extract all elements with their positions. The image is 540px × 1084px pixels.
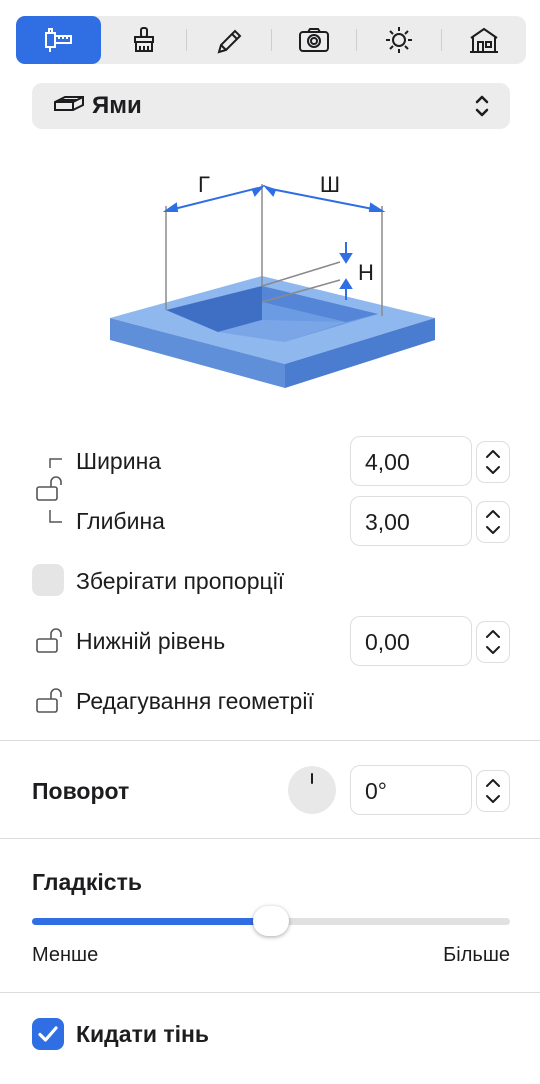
depth-label: Глибина <box>76 508 165 534</box>
divider <box>0 992 540 993</box>
object-type-label: Ями <box>92 92 142 119</box>
tool-building[interactable] <box>441 16 526 64</box>
keep-proportions-checkbox[interactable] <box>32 564 64 596</box>
depth-stepper[interactable] <box>476 501 510 543</box>
pit-dimensions-diagram: Г Ш Н <box>110 172 435 388</box>
diagram-label-height: Н <box>358 260 374 285</box>
tool-brush[interactable] <box>101 16 186 64</box>
width-label: Ширина <box>76 448 162 474</box>
edit-geometry-label: Редагування геометрії <box>76 688 314 714</box>
camera-icon <box>298 28 329 52</box>
divider <box>0 740 540 741</box>
bottom-level-row: Нижній рівень 0,00 <box>32 616 510 666</box>
rotation-row: 0° <box>32 765 510 815</box>
sun-icon <box>385 27 412 53</box>
smoothness-slider-thumb[interactable] <box>253 906 289 936</box>
width-row: Ширина 4,00 <box>32 436 510 486</box>
pit-icon <box>54 96 84 111</box>
chevron-up-down-icon <box>475 95 489 117</box>
smoothness-title: Гладкість <box>32 869 142 895</box>
diagram-label-width: Ш <box>320 172 340 197</box>
tool-sun[interactable] <box>356 16 441 64</box>
stepper-arrows-icon <box>486 510 500 534</box>
depth-row: Глибина 3,00 <box>32 496 510 546</box>
width-stepper[interactable] <box>476 441 510 483</box>
tool-camera[interactable] <box>271 16 356 64</box>
depth-field[interactable]: 3,00 <box>350 496 472 546</box>
rotation-field[interactable]: 0° <box>350 765 472 815</box>
inspector-toolbar <box>16 16 526 64</box>
building-icon <box>469 27 498 53</box>
width-field[interactable]: 4,00 <box>350 436 472 486</box>
pencil-icon <box>217 29 241 54</box>
bottom-level-stepper[interactable] <box>476 621 510 663</box>
stepper-arrows-icon <box>486 450 500 474</box>
cast-shadow-checkbox[interactable] <box>32 1018 64 1050</box>
tool-pencil[interactable] <box>186 16 271 64</box>
keep-proportions-label: Зберігати пропорції <box>76 568 285 594</box>
smoothness-min-label: Менше <box>32 944 99 966</box>
divider <box>0 838 540 839</box>
smoothness-slider-fill <box>32 918 271 925</box>
bottom-level-field[interactable]: 0,00 <box>350 616 472 666</box>
checkmark-icon <box>38 1026 58 1042</box>
brush-icon <box>133 27 154 52</box>
stepper-arrows-icon <box>486 779 500 803</box>
tool-measure[interactable] <box>16 16 101 64</box>
stepper-arrows-icon <box>486 630 500 654</box>
diagram-label-depth: Г <box>198 172 210 197</box>
object-type-select[interactable]: Ями <box>32 83 510 129</box>
bottom-level-label: Нижній рівень <box>76 628 226 654</box>
cast-shadow-label: Кидати тінь <box>76 1021 210 1047</box>
unlocked-lock-icon[interactable] <box>34 688 66 714</box>
rotation-stepper[interactable] <box>476 770 510 812</box>
smoothness-max-label: Більше <box>443 944 510 966</box>
measure-tools-icon <box>44 28 72 52</box>
